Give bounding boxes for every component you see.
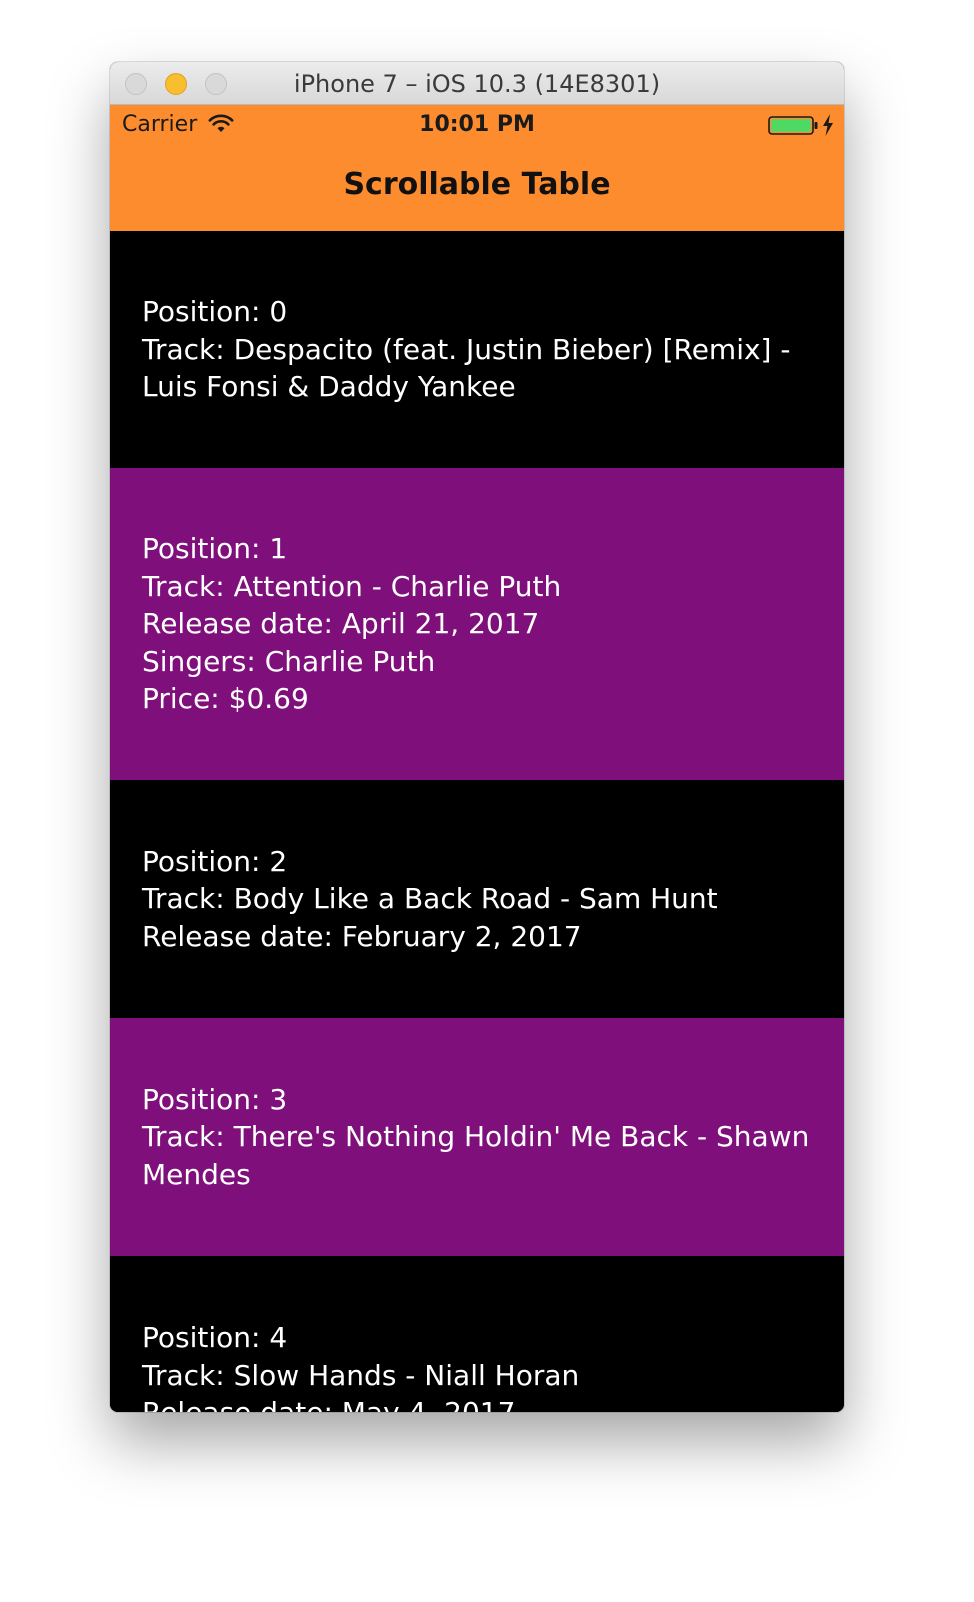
row-price: Price: $0.69	[142, 682, 309, 716]
row-track: Track: Slow Hands - Niall Horan	[142, 1358, 580, 1392]
status-time: 10:01 PM	[419, 112, 535, 137]
row-singers: Singers: Charlie Puth	[142, 644, 436, 678]
table-row[interactable]: Position: 2 Track: Body Like a Back Road…	[110, 780, 844, 1018]
table-row[interactable]: Position: 4 Track: Slow Hands - Niall Ho…	[110, 1256, 844, 1412]
row-track: Track: Attention - Charlie Puth	[142, 569, 562, 603]
window-title: iPhone 7 – iOS 10.3 (14E8301)	[293, 70, 661, 98]
row-track: Track: Body Like a Back Road - Sam Hunt	[142, 882, 718, 916]
row-track: Track: Despacito (feat. Justin Bieber) […	[142, 332, 791, 404]
battery-icon	[768, 116, 818, 135]
navigation-bar: Carrier 10:01 PM Scrollable Table	[110, 105, 844, 231]
row-position: Position: 1	[142, 532, 288, 566]
device-screen: Carrier 10:01 PM Scrollable Table Positi…	[110, 105, 844, 1412]
table-row[interactable]: Position: 0 Track: Despacito (feat. Just…	[110, 231, 844, 468]
row-release-date: Release date: April 21, 2017	[142, 607, 540, 641]
window-titlebar[interactable]: iPhone 7 – iOS 10.3 (14E8301)	[110, 62, 844, 105]
row-position: Position: 4	[142, 1321, 288, 1354]
row-position: Position: 3	[142, 1082, 288, 1116]
row-position: Position: 0	[142, 295, 288, 329]
row-track: Track: There's Nothing Holdin' Me Back -…	[142, 1120, 810, 1191]
table-row[interactable]: Position: 3 Track: There's Nothing Holdi…	[110, 1018, 844, 1256]
track-table[interactable]: Position: 0 Track: Despacito (feat. Just…	[110, 231, 844, 1412]
table-row[interactable]: Position: 1 Track: Attention - Charlie P…	[110, 468, 844, 780]
charging-bolt-icon	[823, 114, 833, 136]
row-position: Position: 2	[142, 844, 288, 878]
page-title: Scrollable Table	[343, 167, 611, 202]
simulator-window: iPhone 7 – iOS 10.3 (14E8301) Carrier 10…	[110, 62, 844, 1412]
row-release-date: Release date: May 4, 2017	[142, 1394, 816, 1412]
row-release-date: Release date: February 2, 2017	[142, 919, 582, 953]
